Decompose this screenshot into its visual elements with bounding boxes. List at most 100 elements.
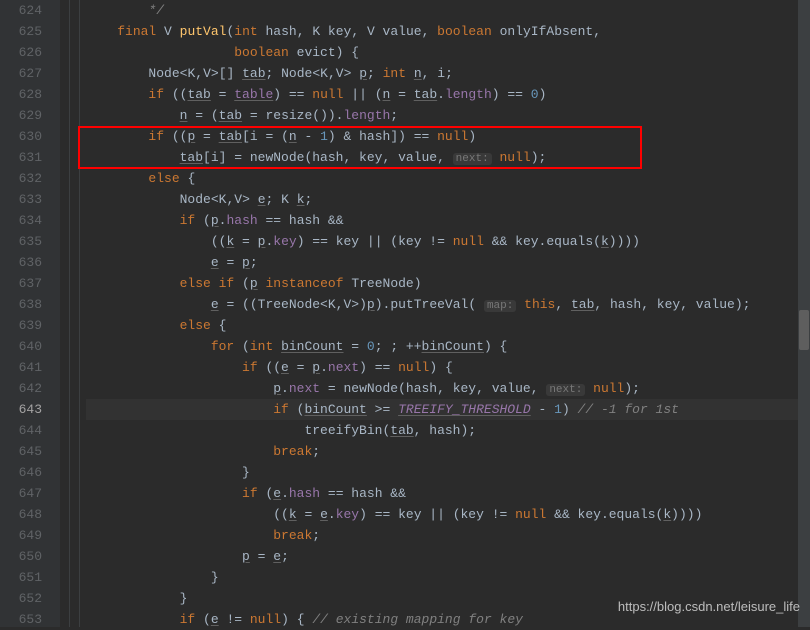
code-token: next xyxy=(289,381,320,396)
code-token: ; ; ++ xyxy=(375,339,422,354)
code-token: ; xyxy=(367,66,383,81)
code-token: ) == xyxy=(492,87,531,102)
code-line[interactable]: if ((tab = table) == null || (n = tab.le… xyxy=(86,84,810,105)
code-token: ); xyxy=(624,381,640,396)
line-number: 651 xyxy=(0,567,42,588)
code-token: null xyxy=(312,87,351,102)
code-token: && key.equals( xyxy=(554,507,663,522)
code-token: tab xyxy=(414,87,437,102)
code-line[interactable]: for (int binCount = 0; ; ++binCount) { xyxy=(86,336,810,357)
code-token: // existing mapping for key xyxy=(312,612,523,627)
code-line[interactable]: break; xyxy=(86,525,810,546)
code-token: ; xyxy=(250,255,258,270)
code-line[interactable]: else if (p instanceof TreeNode) xyxy=(86,273,810,294)
code-line[interactable]: } xyxy=(86,567,810,588)
code-token: table xyxy=(234,87,273,102)
vertical-scrollbar[interactable] xyxy=(798,0,810,627)
code-token: onlyIfAbsent xyxy=(500,24,594,39)
code-line[interactable]: */ xyxy=(86,0,810,21)
code-token: binCount xyxy=(281,339,343,354)
code-line[interactable]: if ((p = tab[i = (n - 1) & hash]) == nul… xyxy=(86,126,810,147)
code-token: else xyxy=(148,171,187,186)
code-token: , xyxy=(195,66,203,81)
code-token: tab xyxy=(187,87,210,102)
code-line[interactable]: else { xyxy=(86,168,810,189)
code-editor[interactable]: 6246256266276286296306316326336346356366… xyxy=(0,0,810,627)
code-token: >[] xyxy=(211,66,242,81)
code-line[interactable]: Node<K,V> e; K k; xyxy=(86,189,810,210)
code-token: for xyxy=(211,339,242,354)
code-token: e xyxy=(320,507,328,522)
line-number: 632 xyxy=(0,168,42,189)
code-token: K xyxy=(312,24,328,39)
code-token: length xyxy=(445,87,492,102)
code-token: ; xyxy=(266,66,282,81)
code-token: V xyxy=(234,192,242,207)
code-line[interactable]: if ((e = p.next) == null) { xyxy=(86,357,810,378)
code-token: (( xyxy=(265,360,281,375)
code-line[interactable]: Node<K,V>[] tab; Node<K,V> p; int n, i; xyxy=(86,63,810,84)
code-token: treeifyBin( xyxy=(304,423,390,438)
code-token: [i] = newNode(hash, key, value, xyxy=(203,150,453,165)
code-line[interactable]: if (p.hash == hash && xyxy=(86,210,810,231)
code-line[interactable]: p = e; xyxy=(86,546,810,567)
code-token: ( xyxy=(242,276,250,291)
code-token: if xyxy=(148,87,171,102)
code-token: V xyxy=(203,66,211,81)
code-line[interactable]: ((k = e.key) == key || (key != null && k… xyxy=(86,504,810,525)
code-token: k xyxy=(663,507,671,522)
code-token: key xyxy=(328,24,351,39)
code-line[interactable]: n = (tab = resize()).length; xyxy=(86,105,810,126)
code-token: int xyxy=(383,66,414,81)
code-token: ) == key || (key != xyxy=(297,234,453,249)
code-line[interactable]: } xyxy=(86,462,810,483)
line-number: 647 xyxy=(0,483,42,504)
code-token: , xyxy=(422,24,438,39)
code-token: if xyxy=(180,213,203,228)
line-number: 641 xyxy=(0,357,42,378)
code-token: (( xyxy=(211,234,227,249)
line-number: 642 xyxy=(0,378,42,399)
code-line[interactable]: else { xyxy=(86,315,810,336)
code-line[interactable]: if (binCount >= TREEIFY_THRESHOLD - 1) /… xyxy=(86,399,810,420)
code-token: break xyxy=(273,528,312,543)
code-token: null xyxy=(515,507,554,522)
code-line[interactable]: treeifyBin(tab, hash); xyxy=(86,420,810,441)
code-line[interactable]: e = ((TreeNode<K,V>)p).putTreeVal( map: … xyxy=(86,294,810,315)
code-line[interactable]: ((k = p.key) == key || (key != null && k… xyxy=(86,231,810,252)
line-number: 649 xyxy=(0,525,42,546)
code-token: e xyxy=(273,549,281,564)
code-token: e xyxy=(211,255,219,270)
code-content-area[interactable]: */ final V putVal(int hash, K key, V val… xyxy=(80,0,810,627)
code-token: n xyxy=(414,66,422,81)
code-token: )))) xyxy=(671,507,702,522)
code-token: evict xyxy=(297,45,336,60)
code-token: final xyxy=(117,24,164,39)
code-line[interactable]: tab[i] = newNode(hash, key, value, next:… xyxy=(86,147,810,168)
code-token: )))) xyxy=(609,234,640,249)
line-number-gutter[interactable]: 6246256266276286296306316326336346356366… xyxy=(0,0,60,627)
code-token: */ xyxy=(148,3,164,18)
code-line[interactable]: final V putVal(int hash, K key, V value,… xyxy=(86,21,810,42)
code-token: = ((TreeNode< xyxy=(219,297,328,312)
code-token: k xyxy=(297,192,305,207)
code-token: = xyxy=(289,360,312,375)
code-line[interactable]: if (e.hash == hash && xyxy=(86,483,810,504)
code-token: boolean xyxy=(234,45,296,60)
code-token: p xyxy=(250,276,258,291)
fold-column[interactable] xyxy=(60,0,80,627)
code-line[interactable]: p.next = newNode(hash, key, value, next:… xyxy=(86,378,810,399)
code-token: , xyxy=(555,297,571,312)
code-line[interactable]: e = p; xyxy=(86,252,810,273)
scrollbar-thumb[interactable] xyxy=(799,310,809,350)
code-token: ( xyxy=(203,213,211,228)
code-token: hash xyxy=(289,486,320,501)
code-token: V xyxy=(164,24,180,39)
watermark-text: https://blog.csdn.net/leisure_life xyxy=(618,596,800,617)
code-line[interactable]: boolean evict) { xyxy=(86,42,810,63)
code-token: putVal xyxy=(180,24,227,39)
code-token: e xyxy=(273,486,281,501)
code-line[interactable]: break; xyxy=(86,441,810,462)
code-token: null xyxy=(593,381,624,396)
code-token xyxy=(516,297,524,312)
